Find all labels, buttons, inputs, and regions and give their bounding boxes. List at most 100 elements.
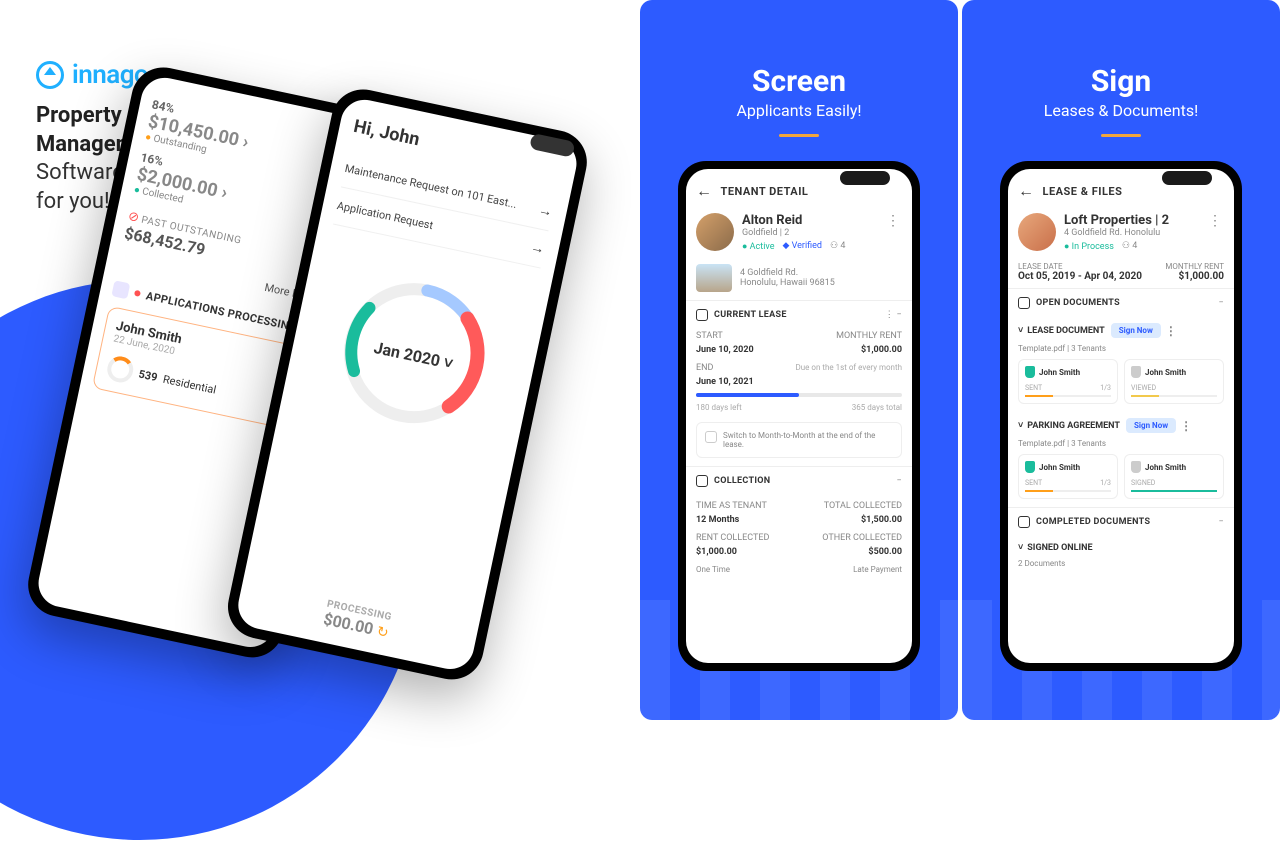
phone-lease-files: ← LEASE & FILES Loft Properties | 2 4 Gol…	[1000, 161, 1242, 671]
section-actions[interactable]: ⋮ −	[885, 310, 902, 320]
property-avatar	[1018, 213, 1056, 251]
screen-title: TENANT DETAIL	[721, 185, 809, 198]
panel-title: Sign	[962, 64, 1280, 99]
signer-card-sent[interactable]: John SmithSENT1/3	[1018, 359, 1118, 404]
chip-status: In Process	[1072, 242, 1114, 252]
doc-meta: Template.pdf | 3 Tenants	[1018, 344, 1106, 353]
days-left: 180 days left	[696, 403, 742, 412]
screen-title: LEASE & FILES	[1043, 185, 1123, 198]
phone-tenant-detail: ←TENANT DETAIL Alton Reid Goldfield | 2 …	[678, 161, 920, 671]
section-completed-docs: COMPLETED DOCUMENTS	[1036, 517, 1150, 527]
rent-collected-value: $1,000.00	[696, 547, 737, 557]
collection-icon	[696, 475, 708, 487]
total-collected-value: $1,500.00	[861, 515, 902, 525]
signer-card-sent[interactable]: John SmithSENT1/3	[1018, 454, 1118, 499]
doc-menu-icon[interactable]: ⋮	[1165, 324, 1177, 338]
end-label: END	[696, 363, 713, 373]
tenant-name: Alton Reid	[742, 213, 878, 228]
sign-now-button[interactable]: Sign Now	[1126, 418, 1176, 433]
section-collection: COLLECTION	[714, 476, 770, 486]
tenant-avatar	[696, 213, 734, 251]
arrow-right-icon: →	[529, 238, 546, 258]
applicant-type: Residential	[162, 372, 218, 396]
chip-active: Active	[750, 242, 775, 252]
checkbox-icon[interactable]	[705, 431, 717, 443]
signer-name: John Smith	[1039, 368, 1080, 377]
other-collected-label: OTHER COLLECTED	[822, 533, 902, 543]
tenant-unit: Goldfield | 2	[742, 228, 878, 238]
signed-online-title: SIGNED ONLINE	[1027, 543, 1092, 553]
lease-icon	[696, 309, 708, 321]
completed-docs-icon	[1018, 516, 1030, 528]
property-thumb	[696, 264, 732, 292]
sign-now-button[interactable]: Sign Now	[1111, 323, 1161, 338]
doc-parking-title: PARKING AGREEMENT	[1027, 421, 1120, 431]
collapse-icon[interactable]: −	[1219, 517, 1224, 527]
chip-verified: Verified	[792, 241, 822, 251]
panel-subtitle: Applicants Easily!	[640, 101, 958, 120]
signer-name: John Smith	[1039, 463, 1080, 472]
time-value: 12 Months	[696, 515, 739, 525]
panel-screen: ScreenApplicants Easily! ←TENANT DETAIL …	[640, 0, 958, 720]
lease-date-label: LEASE DATE	[1018, 262, 1142, 271]
back-icon[interactable]: ←	[1018, 181, 1035, 201]
camera-cutout	[840, 171, 890, 185]
collapse-icon[interactable]: −	[1219, 298, 1224, 308]
more-menu-icon[interactable]: ⋮	[1208, 213, 1224, 229]
rent-label: MONTHLY RENT	[836, 331, 902, 341]
panel-title: Screen	[640, 64, 958, 99]
addr-line1: 4 Goldfield Rd.	[740, 268, 835, 278]
shield-icon	[1131, 366, 1141, 378]
month-gauge[interactable]: Jan 2020 ˅	[308, 248, 536, 388]
camera-cutout	[1162, 171, 1212, 185]
open-docs-icon	[1018, 297, 1030, 309]
chip-count: 4	[840, 241, 845, 251]
applicant-score: 539	[137, 367, 158, 384]
signer-card-viewed[interactable]: John SmithVIEWED	[1124, 359, 1224, 404]
chevron-down-icon[interactable]: ˅	[1018, 325, 1023, 336]
start-label: START	[696, 331, 723, 341]
start-value: June 10, 2020	[696, 345, 754, 355]
days-total: 365 days total	[852, 403, 902, 412]
shield-icon	[1131, 461, 1141, 473]
apps-icon	[111, 280, 130, 299]
chevron-down-icon[interactable]: ˅	[1018, 542, 1023, 553]
other-collected-value: $500.00	[868, 547, 902, 557]
due-note: Due on the 1st of every month	[796, 363, 902, 373]
time-label: TIME AS TENANT	[696, 501, 767, 511]
back-icon[interactable]: ←	[696, 181, 713, 201]
chip-count: 4	[1132, 241, 1137, 251]
lease-progress-bar	[696, 393, 902, 397]
tab-one-time[interactable]: One Time	[696, 565, 730, 574]
section-open-docs: OPEN DOCUMENTS	[1036, 298, 1120, 308]
property-address: 4 Goldfield Rd. Honolulu	[1064, 228, 1200, 238]
rent-value: $1,000.00	[861, 345, 902, 355]
more-menu-icon[interactable]: ⋮	[886, 213, 902, 229]
section-actions[interactable]: −	[897, 476, 902, 486]
addr-line2: Honolulu, Hawaii 96815	[740, 278, 835, 288]
total-collected-label: TOTAL COLLECTED	[824, 501, 902, 511]
score-ring-icon	[105, 354, 136, 385]
signer-card-signed[interactable]: John SmithSIGNED	[1124, 454, 1224, 499]
brand-logo: innago	[36, 60, 148, 90]
arrow-right-icon: →	[537, 201, 554, 221]
month-to-month-note[interactable]: Switch to Month-to-Month at the end of t…	[696, 422, 902, 458]
signed-online-count: 2 Documents	[1018, 559, 1224, 568]
panel-sign: Sign Leases & Documents! ← LEASE & FILES L…	[962, 0, 1280, 720]
monthly-rent-value: $1,000.00	[1165, 271, 1224, 282]
signer-name: John Smith	[1145, 463, 1186, 472]
alert-dot-icon	[134, 290, 141, 297]
property-name: Loft Properties | 2	[1064, 213, 1200, 228]
tab-late-payment[interactable]: Late Payment	[853, 565, 902, 574]
panel-promo: innago Property Management Software Buil…	[0, 0, 634, 720]
shield-icon	[1025, 461, 1035, 473]
chevron-down-icon[interactable]: ˅	[1018, 420, 1023, 431]
section-current-lease: CURRENT LEASE	[714, 310, 787, 320]
end-value: June 10, 2021	[696, 377, 754, 387]
rent-collected-label: RENT COLLECTED	[696, 533, 769, 543]
signer-name: John Smith	[1145, 368, 1186, 377]
doc-menu-icon[interactable]: ⋮	[1180, 419, 1192, 433]
panel-subtitle: Leases & Documents!	[962, 101, 1280, 120]
refresh-icon[interactable]: ↻	[375, 624, 390, 642]
monthly-rent-label: MONTHLY RENT	[1165, 262, 1224, 271]
